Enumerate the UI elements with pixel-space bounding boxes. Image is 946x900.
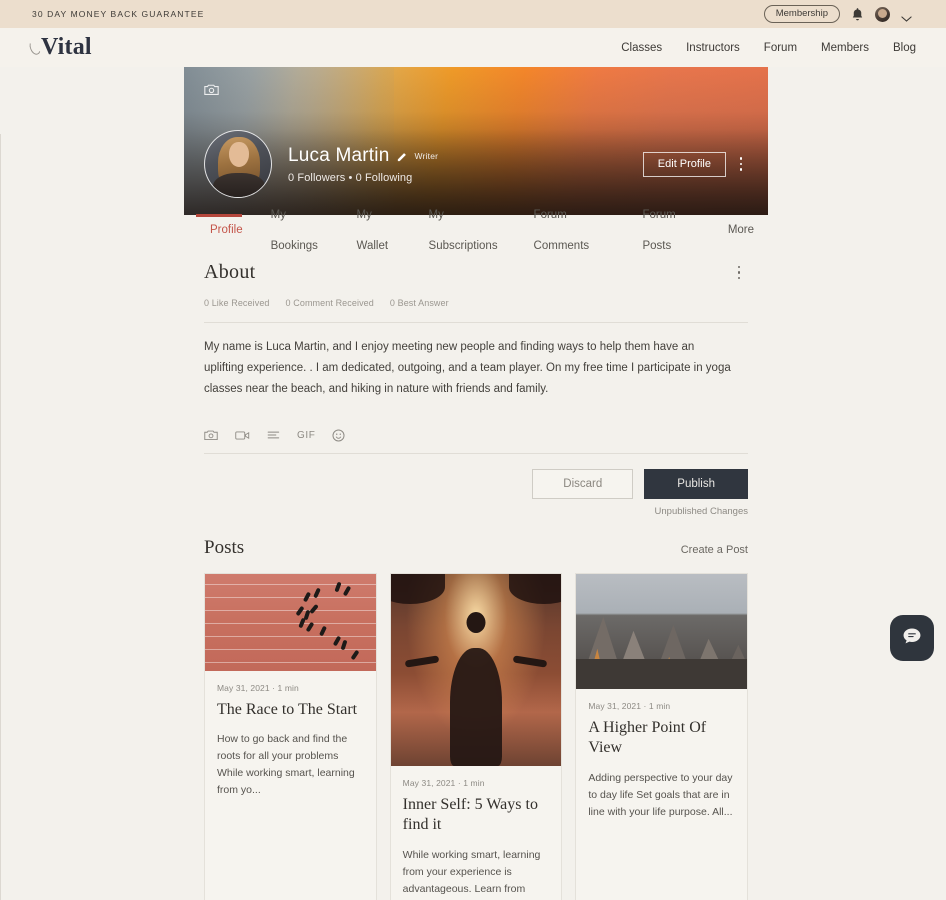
logo-text: Vital <box>41 34 92 60</box>
post-image-running-track <box>205 573 376 671</box>
post-body: May 31, 2021 · 1 min The Race to The Sta… <box>205 671 376 900</box>
promo-bar: 30 DAY MONEY BACK GUARANTEE Membership <box>0 0 946 28</box>
tab-my-subscriptions[interactable]: My Subscriptions <box>415 200 520 262</box>
post-image-meditation <box>390 573 562 766</box>
tab-more[interactable]: More <box>714 215 768 246</box>
post-meta: May 31, 2021 · 1 min <box>217 682 299 693</box>
meditation-arm-left <box>404 655 440 668</box>
unpublished-changes-label: Unpublished Changes <box>654 505 748 517</box>
meditation-silhouette <box>450 647 502 766</box>
active-tab-indicator <box>196 214 242 217</box>
about-actions: Discard Publish <box>196 454 756 499</box>
profile-actions: Edit Profile <box>642 151 750 177</box>
post-card[interactable]: May 31, 2021 · 1 min Inner Self: 5 Ways … <box>389 572 563 900</box>
nav-item-forum[interactable]: Forum <box>764 42 797 54</box>
profile-more-icon[interactable] <box>732 153 750 175</box>
profile-card: Luca Martin Writer 0 Followers • 0 Follo… <box>184 67 768 252</box>
profile-avatar[interactable] <box>204 130 272 198</box>
page-rail <box>0 134 1 900</box>
post-card[interactable]: May 31, 2021 · 1 min The Race to The Sta… <box>204 572 377 900</box>
bell-icon[interactable] <box>851 7 864 22</box>
stat-likes-received: 0 Like Received <box>204 298 270 308</box>
main-nav: Classes Instructors Forum Members Blog <box>621 42 926 54</box>
tab-profile[interactable]: Profile <box>196 215 257 246</box>
profile-content: About 0 Like Received 0 Comment Received… <box>184 246 768 900</box>
profile-role: Writer <box>414 150 439 161</box>
meditation-arm-right <box>513 655 548 668</box>
nav-item-members[interactable]: Members <box>821 42 869 54</box>
post-card[interactable]: May 31, 2021 · 1 min A Higher Point Of V… <box>575 572 749 900</box>
camera-icon[interactable] <box>204 83 219 96</box>
photo-icon[interactable] <box>204 429 218 441</box>
nav-item-blog[interactable]: Blog <box>893 42 916 54</box>
post-image-mountains <box>576 573 748 689</box>
page-canvas: Luca Martin Writer 0 Followers • 0 Follo… <box>0 67 946 900</box>
site-logo[interactable]: Vital <box>27 34 92 61</box>
discard-button[interactable]: Discard <box>532 468 634 499</box>
poll-icon[interactable] <box>267 430 280 440</box>
post-body: May 31, 2021 · 1 min Inner Self: 5 Ways … <box>391 766 562 900</box>
nav-item-instructors[interactable]: Instructors <box>686 42 740 54</box>
chevron-down-icon[interactable] <box>901 10 912 22</box>
nav-item-classes[interactable]: Classes <box>621 42 662 54</box>
avatar-body <box>213 173 265 197</box>
tab-forum-posts[interactable]: Forum Posts <box>628 200 713 262</box>
stat-comments-received: 0 Comment Received <box>285 298 374 308</box>
post-meta: May 31, 2021 · 1 min <box>402 777 485 788</box>
promo-text: 30 DAY MONEY BACK GUARANTEE <box>32 9 205 19</box>
page-title: About <box>204 261 256 283</box>
about-more-icon[interactable] <box>730 262 748 284</box>
about-bio-text[interactable]: My name is Luca Martin, and I enjoy meet… <box>196 323 742 400</box>
stat-best-answers: 0 Best Answer <box>389 298 449 308</box>
post-body: May 31, 2021 · 1 min A Higher Point Of V… <box>576 689 747 900</box>
post-excerpt: While working smart, learning from your … <box>402 848 541 900</box>
tab-my-bookings[interactable]: My Bookings <box>257 200 343 262</box>
promo-bar-actions: Membership <box>763 4 932 24</box>
chat-bubble-icon <box>902 627 922 650</box>
site-header: Vital Classes Instructors Forum Members … <box>0 28 946 67</box>
posts-header: Posts Create a Post <box>196 517 756 559</box>
meditation-head <box>466 611 486 633</box>
video-icon[interactable] <box>235 430 250 441</box>
post-excerpt: How to go back and find the roots for al… <box>217 733 355 797</box>
chat-widget-button[interactable] <box>890 615 934 661</box>
about-stats: 0 Like Received 0 Comment Received 0 Bes… <box>196 284 756 308</box>
post-excerpt: Adding perspective to your day to day li… <box>588 771 733 818</box>
profile-identity: Luca Martin Writer 0 Followers • 0 Follo… <box>288 145 438 184</box>
posts-grid: May 31, 2021 · 1 min The Race to The Sta… <box>196 559 756 900</box>
pencil-icon <box>396 150 407 162</box>
avatar[interactable] <box>875 6 890 22</box>
profile-follow-stats: 0 Followers • 0 Following <box>288 171 413 184</box>
publish-button[interactable]: Publish <box>644 468 748 499</box>
profile-name-row: Luca Martin Writer <box>288 145 438 167</box>
profile-tabs: Profile My Bookings My Wallet My Subscri… <box>184 209 768 252</box>
tab-forum-comments[interactable]: Forum Comments <box>520 200 629 262</box>
post-title[interactable]: The Race to The Start <box>217 700 364 720</box>
post-title[interactable]: Inner Self: 5 Ways to find it <box>403 795 550 836</box>
emoji-icon[interactable] <box>332 429 345 442</box>
compose-toolbar: GIF <box>196 400 756 453</box>
posts-title: Posts <box>204 536 245 558</box>
profile-cover: Luca Martin Writer 0 Followers • 0 Follo… <box>184 67 768 215</box>
gif-icon[interactable]: GIF <box>297 430 315 441</box>
create-post-button[interactable]: Create a Post <box>681 544 748 556</box>
tab-my-wallet[interactable]: My Wallet <box>343 200 415 262</box>
profile-name: Luca Martin <box>288 144 390 166</box>
post-title[interactable]: A Higher Point Of View <box>588 718 735 759</box>
edit-profile-button[interactable]: Edit Profile <box>642 151 726 177</box>
avatar-face <box>229 142 249 167</box>
membership-button[interactable]: Membership <box>763 4 840 24</box>
post-meta: May 31, 2021 · 1 min <box>588 700 671 711</box>
